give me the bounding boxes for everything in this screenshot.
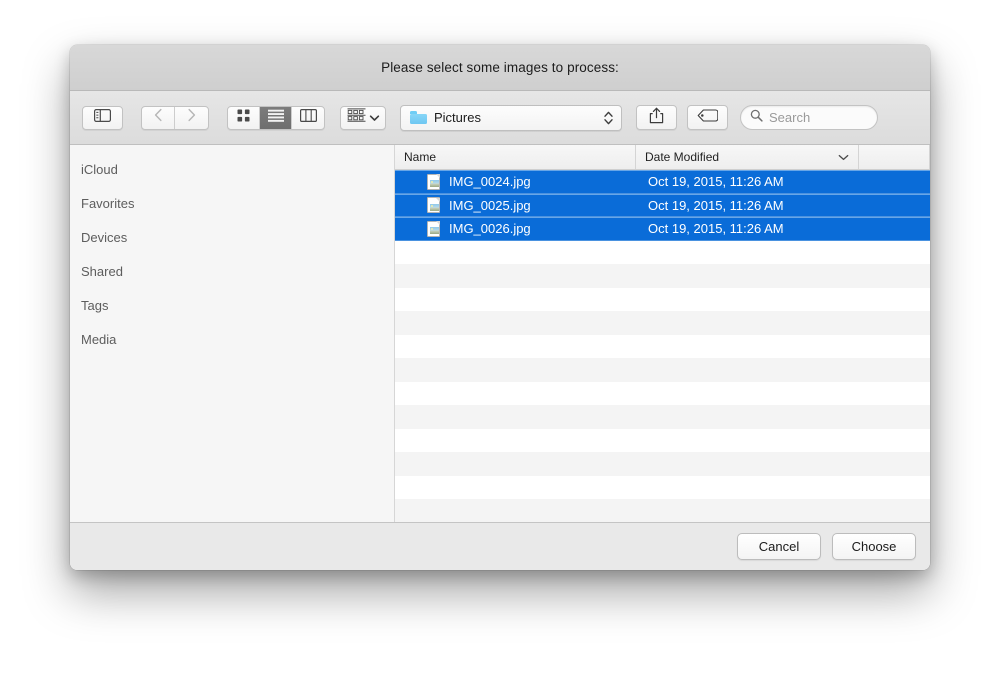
- file-picker-dialog: Please select some images to process: Pi…: [70, 45, 930, 570]
- image-file-icon: [427, 173, 440, 190]
- sidebar-item-favorites[interactable]: Favorites: [70, 186, 394, 220]
- column-view-icon: [299, 108, 317, 127]
- empty-row: [395, 499, 930, 522]
- sidebar-item-label: Shared: [81, 263, 123, 279]
- path-popup-button[interactable]: Pictures: [400, 104, 622, 131]
- sidebar: iCloud Favorites Devices Shared Tags Med…: [70, 145, 395, 522]
- sidebar-item-media[interactable]: Media: [70, 322, 394, 356]
- dialog-footer: Cancel Choose: [70, 522, 930, 570]
- sidebar-item-devices[interactable]: Devices: [70, 220, 394, 254]
- file-name-label: IMG_0024.jpg: [449, 174, 531, 190]
- empty-row: [395, 334, 930, 358]
- sidebar-item-shared[interactable]: Shared: [70, 254, 394, 288]
- table-row[interactable]: IMG_0026.jpg Oct 19, 2015, 11:26 AM: [395, 217, 930, 241]
- share-button[interactable]: [636, 105, 677, 130]
- empty-row: [395, 240, 930, 264]
- dialog-body: iCloud Favorites Devices Shared Tags Med…: [70, 145, 930, 522]
- file-list-header: Name Date Modified: [395, 145, 930, 170]
- arrange-by-button[interactable]: [340, 105, 386, 130]
- empty-row: [395, 311, 930, 335]
- sidebar-item-icloud[interactable]: iCloud: [70, 152, 394, 186]
- file-list-rows[interactable]: IMG_0024.jpg Oct 19, 2015, 11:26 AM IMG_00…: [395, 170, 930, 522]
- file-date-cell: Oct 19, 2015, 11:26 AM: [648, 221, 784, 237]
- empty-row: [395, 428, 930, 452]
- up-down-chevron-icon: [603, 110, 614, 126]
- empty-row: [395, 287, 930, 311]
- view-as-columns-button[interactable]: [292, 107, 324, 129]
- share-icon: [649, 107, 664, 129]
- chevron-down-icon: [838, 150, 849, 164]
- tag-button[interactable]: [687, 105, 728, 130]
- column-header-name[interactable]: Name: [395, 145, 636, 169]
- chevron-right-icon: [187, 108, 196, 127]
- view-as-icons-button[interactable]: [228, 106, 260, 129]
- tag-icon: [697, 108, 719, 127]
- list-view-icon: [267, 109, 284, 127]
- cancel-button[interactable]: Cancel: [737, 533, 821, 560]
- sidebar-item-label: Favorites: [81, 195, 135, 211]
- sidebar-toggle-icon: [94, 108, 112, 127]
- column-header-spacer: [859, 145, 930, 169]
- column-header-date-modified[interactable]: Date Modified: [636, 145, 859, 169]
- empty-row: [395, 264, 930, 288]
- chevron-left-icon: [154, 108, 163, 127]
- navigation-segmented-control: [141, 105, 209, 130]
- view-mode-segmented-control: [227, 105, 325, 130]
- file-name-label: IMG_0026.jpg: [449, 221, 531, 237]
- empty-row: [395, 358, 930, 382]
- file-name-cell: IMG_0025.jpg: [395, 197, 636, 214]
- view-as-list-button[interactable]: [260, 106, 292, 129]
- file-date-cell: Oct 19, 2015, 11:26 AM: [648, 174, 784, 190]
- sidebar-toggle-button[interactable]: [82, 105, 123, 130]
- column-header-label: Name: [404, 150, 437, 164]
- toolbar: Pictures Search: [70, 91, 930, 145]
- chevron-down-icon: [369, 109, 380, 127]
- sidebar-item-label: Devices: [81, 229, 128, 245]
- screenshot-canvas: Please select some images to process: Pi…: [0, 0, 1000, 673]
- column-header-label: Date Modified: [645, 150, 720, 164]
- sidebar-item-label: Media: [81, 331, 117, 347]
- image-file-icon: [427, 220, 440, 237]
- dialog-titlebar: Please select some images to process:: [70, 45, 930, 91]
- table-row[interactable]: IMG_0024.jpg Oct 19, 2015, 11:26 AM: [395, 170, 930, 194]
- image-file-icon: [427, 197, 440, 214]
- path-popup-label: Pictures: [434, 110, 481, 125]
- sidebar-item-label: Tags: [81, 297, 109, 313]
- choose-button[interactable]: Choose: [832, 533, 916, 560]
- empty-row: [395, 405, 930, 429]
- arrange-group-icon: [347, 108, 366, 127]
- empty-row: [395, 381, 930, 405]
- file-name-label: IMG_0025.jpg: [449, 197, 531, 213]
- grid-view-icon: [237, 109, 250, 127]
- file-date-cell: Oct 19, 2015, 11:26 AM: [648, 197, 784, 213]
- file-name-cell: IMG_0026.jpg: [395, 220, 636, 237]
- empty-row: [395, 475, 930, 499]
- search-placeholder: Search: [769, 110, 811, 125]
- folder-icon: [410, 111, 427, 124]
- file-list: Name Date Modified IMG_0024.jpg Oct 19, 2…: [395, 145, 930, 522]
- search-icon: [750, 109, 763, 127]
- back-button[interactable]: [142, 106, 175, 129]
- sidebar-item-tags[interactable]: Tags: [70, 288, 394, 322]
- table-row[interactable]: IMG_0025.jpg Oct 19, 2015, 11:26 AM: [395, 193, 930, 217]
- sidebar-item-label: iCloud: [81, 161, 118, 177]
- search-field[interactable]: Search: [740, 105, 878, 130]
- forward-button[interactable]: [175, 107, 208, 129]
- empty-row: [395, 452, 930, 476]
- file-name-cell: IMG_0024.jpg: [395, 173, 636, 190]
- dialog-title: Please select some images to process:: [381, 60, 619, 75]
